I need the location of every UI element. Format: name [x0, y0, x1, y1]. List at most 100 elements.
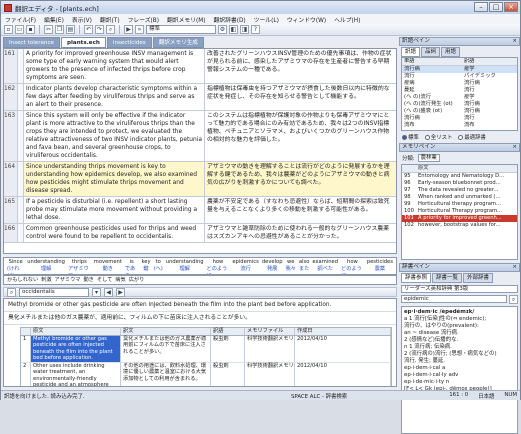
paste-icon[interactable]: ▤ — [66, 25, 75, 34]
align-token[interactable]: develop 発展 — [262, 259, 283, 273]
tab-glossary[interactable]: 用語 — [441, 47, 461, 57]
tab-pos[interactable]: 品詞 — [421, 47, 441, 57]
align-token[interactable]: examined 調べた — [312, 259, 338, 273]
align-token[interactable]: 広がり — [129, 277, 145, 283]
save-icon[interactable]: ▪ — [26, 25, 35, 34]
next-icon[interactable]: ▶ — [116, 287, 125, 297]
help-icon[interactable]: ? — [251, 25, 260, 34]
align-token[interactable]: howどのように — [341, 259, 364, 274]
segment-target[interactable]: このシステムは指標植物が保護対象の作物よりも保毒アザミウマにとって魅力的である場… — [205, 111, 396, 161]
radio-standard[interactable]: 標準 — [402, 133, 419, 141]
segment-row[interactable]: 165 If a pesticide is disturbial (i.e. r… — [4, 197, 396, 224]
segment-target[interactable]: 改善されたグリーンハウスINSV管理のための優先事項は、作物の症状が見られる前に… — [205, 49, 396, 83]
term-row[interactable]: (へ の)盛衰 (ot) 流行病 — [402, 108, 517, 115]
term-row[interactable]: 流行 パイデミック — [402, 73, 517, 80]
term-row[interactable]: (へ の)流行発生 (ot) 流行病 — [402, 101, 517, 108]
align-token[interactable]: 動き — [83, 277, 93, 283]
search-icon[interactable]: ⌕ — [7, 287, 16, 297]
table-row[interactable]: 2 Other uses include drinking water trea… — [21, 362, 391, 386]
align-token[interactable]: to (へ) — [154, 259, 163, 273]
settings-icon[interactable]: ⚙ — [218, 25, 227, 34]
align-token[interactable]: かもしれない — [7, 277, 38, 283]
translate-all-icon[interactable]: » — [135, 25, 144, 34]
align-token[interactable]: understanding 理解 — [27, 259, 65, 273]
align-token[interactable]: epidemics 流行 — [232, 259, 258, 273]
segment-target[interactable]: アザミウマと雑草防除のために使われる一般的なグリーンハウス農薬はスズカンアキへの… — [205, 224, 396, 242]
menu-tools[interactable]: ツール(L) — [254, 15, 279, 24]
tab-dict-lookup[interactable]: 辞書参照 — [401, 273, 432, 283]
menu-dict[interactable]: 翻訳辞書(D) — [214, 15, 246, 24]
align-token[interactable]: understanding 理解 — [166, 259, 204, 273]
menu-phrase[interactable]: フレーズ(B) — [128, 15, 159, 24]
cut-icon[interactable]: ✂ — [44, 25, 53, 34]
segment-target[interactable]: 指標植物は保毒虫を持つアザミウマが摂食した後数日以内に特徴的な症状を発症し、その… — [205, 84, 396, 110]
menu-tm[interactable]: 翻訳メモリ(M) — [167, 15, 206, 24]
close-icon[interactable]: × — [512, 38, 519, 45]
segment-row[interactable]: 162 Indicator plants develop characteris… — [4, 84, 396, 111]
segment-row-selected[interactable]: 164 Since understanding thrips movement … — [4, 162, 396, 197]
tab-insecticides[interactable]: insecticides — [106, 37, 152, 48]
tab-external-dict[interactable]: 外部辞書 — [463, 273, 494, 283]
align-token[interactable]: howどのように — [207, 259, 230, 274]
filter-select[interactable]: 農林業 — [417, 154, 440, 162]
align-token[interactable]: pesticides 農薬 — [367, 259, 393, 273]
tm-row[interactable]: 98 When ranked and unmarked (... — [402, 194, 517, 201]
align-token[interactable]: Since(けれど) — [7, 259, 24, 274]
tab-insect-tolerance[interactable]: Insect tolerance — [3, 37, 60, 48]
segment-target[interactable]: 農薬が不安定である（すなわち忌避性）ならば、短期間の探索は致死量を与えることなく… — [205, 197, 396, 223]
term-row[interactable]: (へ の)流行 疫学 — [402, 94, 517, 101]
minimize-icon[interactable]: – — [474, 2, 488, 12]
tm-row[interactable]: 96 Early-season bluebonnet prod... — [402, 180, 517, 187]
tm-row[interactable]: 95 Entomology and Nematology D... — [402, 173, 517, 180]
segment-source[interactable]: Common greenhouse pesticides used for th… — [24, 224, 205, 242]
align-token[interactable]: 刺激 — [41, 277, 51, 283]
search-icon[interactable]: ⌕ — [509, 295, 518, 304]
memory-icon[interactable]: ◨ — [240, 25, 249, 34]
segment-source[interactable]: Since understanding thrips movement is k… — [24, 162, 205, 196]
tm-row[interactable]: 97 The data revealed no greater... — [402, 187, 517, 194]
chevron-down-icon[interactable]: ▾ — [92, 287, 101, 297]
align-token[interactable]: key 鍵 — [141, 259, 150, 273]
radio-all[interactable]: 全リスト — [424, 133, 452, 141]
term-row[interactable]: 蔓延 流行 — [402, 87, 517, 94]
tm-row[interactable]: 100 Horticultural Therapy program... — [402, 208, 517, 215]
tm-row[interactable]: 99 Horticultural therapy program... — [402, 201, 517, 208]
menu-view[interactable]: 表示(V) — [72, 15, 92, 24]
menu-window[interactable]: ウィンドウ(W) — [287, 15, 326, 24]
term-row[interactable]: 疫病 流行病 — [402, 80, 517, 87]
dict-select[interactable]: リーダーズ英和辞典 第3版 — [401, 285, 518, 293]
align-token[interactable]: movement 動き — [94, 259, 122, 273]
close-icon[interactable]: × — [512, 144, 519, 151]
tab-plants[interactable]: plants.ech — [61, 37, 106, 48]
dictionary-icon[interactable]: ◧ — [229, 25, 238, 34]
align-token[interactable]: 病気 — [115, 277, 125, 283]
prev-icon[interactable]: ◀ — [104, 287, 113, 297]
copy-icon[interactable]: ❐ — [55, 25, 64, 34]
align-token[interactable]: we 我々 — [285, 259, 295, 273]
term-row[interactable]: 流行病 流行 — [402, 115, 517, 122]
segment-row[interactable]: 166 Common greenhouse pesticides used fo… — [4, 224, 396, 243]
term-row[interactable]: 流布 流布 — [402, 122, 517, 129]
redo-icon[interactable]: ↷ — [95, 25, 104, 34]
tm-row[interactable]: 102 however, bootstrap values for... — [402, 222, 517, 229]
close-icon[interactable]: × — [504, 2, 518, 12]
align-token[interactable]: also また — [299, 259, 310, 273]
search-icon[interactable]: ⌕ — [106, 25, 115, 34]
menu-translate[interactable]: 翻訳(T) — [100, 15, 120, 24]
segment-source[interactable]: If a pesticide is disturbial (i.e. repel… — [24, 197, 205, 223]
tab-dict-list[interactable]: 辞書一覧 — [432, 273, 463, 283]
segment-target[interactable]: アザミウマの動きを理解することは流行がどのように発展するかを理解する鍵であるため… — [205, 162, 396, 196]
segment-source[interactable]: Indicator plants develop characteristic … — [24, 84, 205, 110]
mode-select[interactable]: 標準 — [146, 25, 216, 34]
align-token[interactable]: isである — [125, 259, 139, 274]
tab-tm-generate[interactable]: 翻訳メモリ生成 — [152, 37, 204, 48]
menu-help[interactable]: ヘルプ(H) — [334, 15, 360, 24]
segment-row[interactable]: 163 Since this system will only be effec… — [4, 111, 396, 162]
undo-icon[interactable]: ↶ — [84, 25, 93, 34]
menu-file[interactable]: ファイル(F) — [5, 15, 36, 24]
new-file-icon[interactable]: ▫ — [4, 25, 13, 34]
maximize-icon[interactable]: □ — [489, 2, 503, 12]
term-row[interactable]: 流行病 疫学 — [402, 66, 517, 73]
dict-search-input[interactable]: epidemic — [401, 295, 507, 303]
radio-best-dict[interactable]: 最適辞書 — [458, 133, 486, 141]
